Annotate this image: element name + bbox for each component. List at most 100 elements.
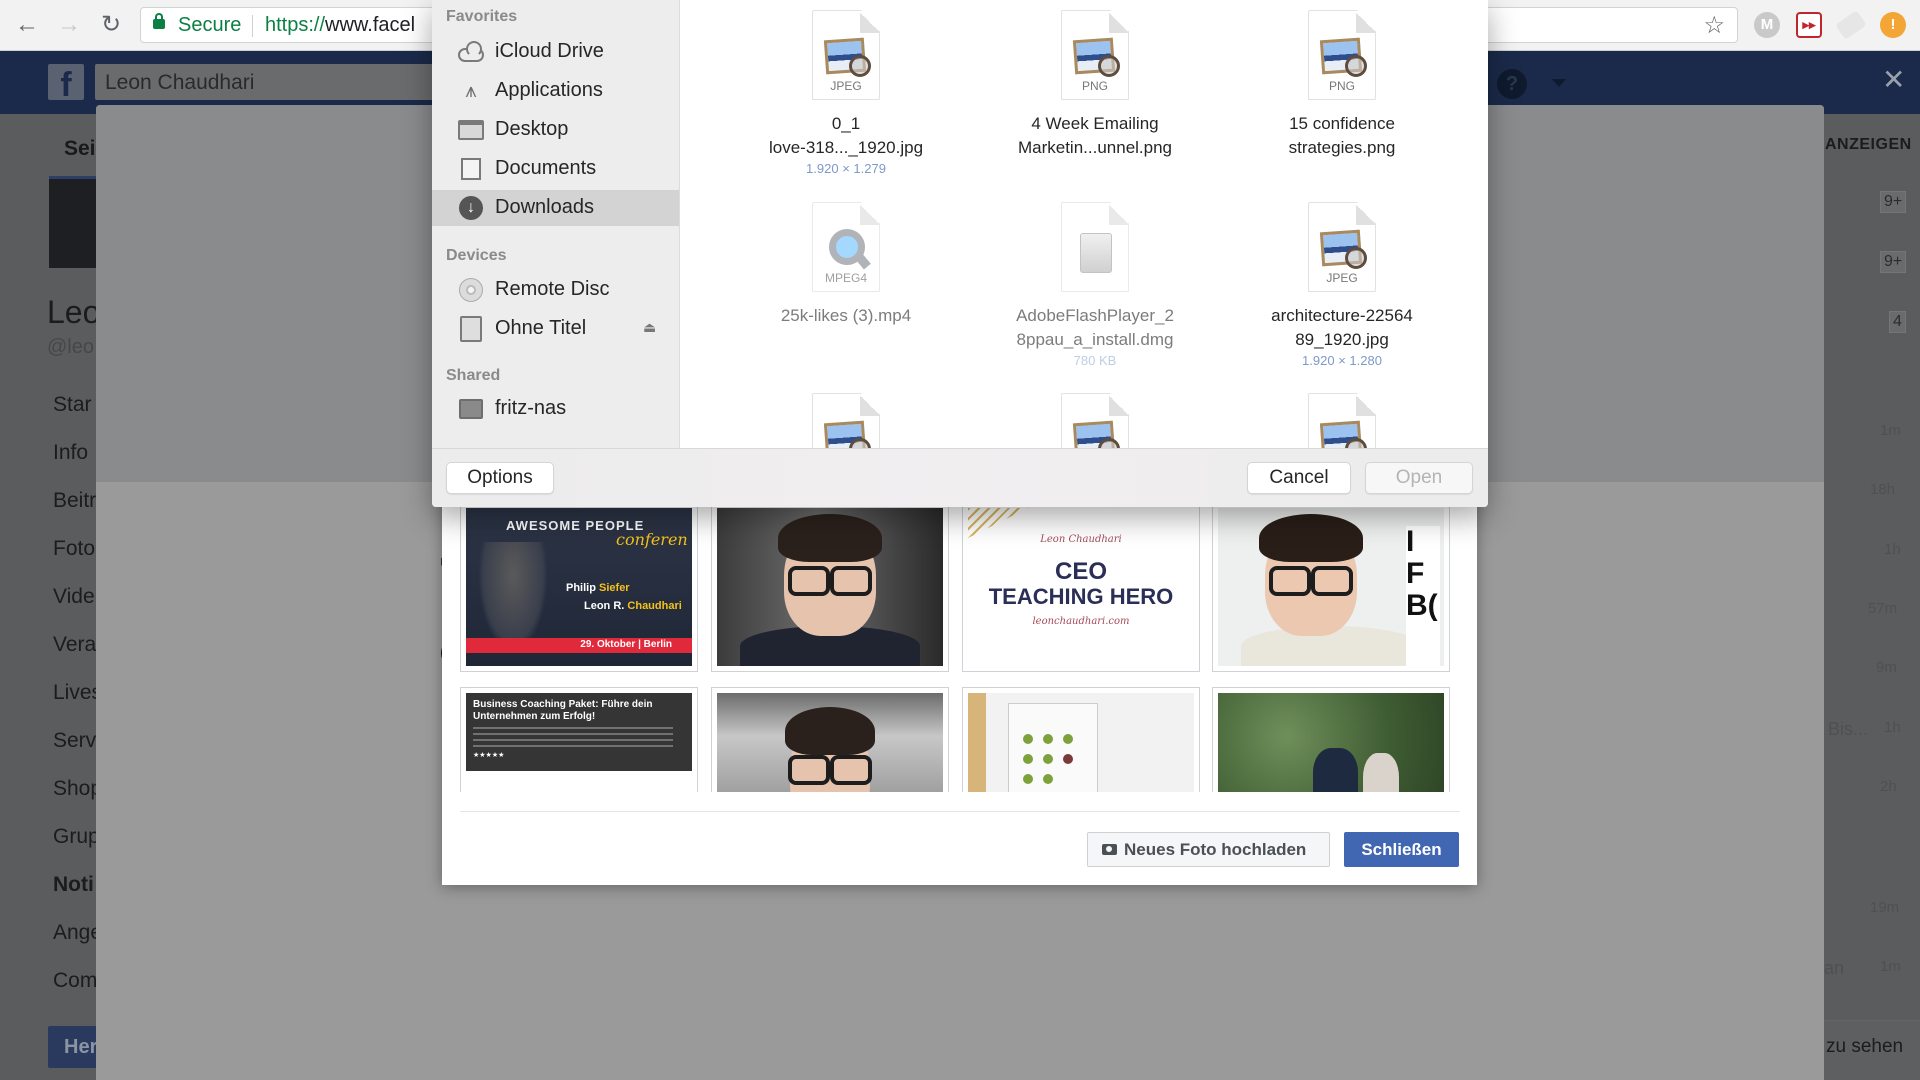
page-nav-item: Beitr	[53, 489, 97, 512]
disk-image-file-icon	[1061, 202, 1129, 292]
cancel-button[interactable]: Cancel	[1247, 462, 1351, 494]
sidebar-item-applications[interactable]: ⩚ Applications	[432, 73, 679, 109]
network-computer-icon	[458, 397, 484, 421]
flipchart-photo	[968, 693, 1194, 792]
sidebar-heading-favorites: Favorites	[446, 8, 518, 25]
photo-tile[interactable]: Leon Chaudhari CEO TEACHING HERO leoncha…	[962, 502, 1200, 672]
tag-extension-icon[interactable]	[1835, 10, 1867, 40]
photo-tile[interactable]: Business Coaching Paket: Führe dein Unte…	[460, 687, 698, 792]
banner-script: conferen	[616, 530, 688, 549]
upload-label: Neues Foto hochladen	[1124, 840, 1307, 859]
timestamp: 18h	[1870, 481, 1896, 498]
photo-tile[interactable]	[1212, 687, 1450, 792]
file-item[interactable]: JPEG 0_1 love-318..._1920.jpg 1.920 × 1.2…	[726, 10, 966, 178]
url-text[interactable]: https://www.facel	[265, 14, 415, 37]
timestamp: 2h	[1880, 778, 1897, 795]
sidebar-item-desktop[interactable]: Desktop	[432, 112, 679, 148]
file-browser-grid: JPEG 0_1 love-318..._1920.jpg 1.920 × 1.2…	[680, 0, 1488, 448]
side-text: I F B(	[1406, 526, 1440, 666]
image-file-icon	[1061, 393, 1129, 448]
office-portrait-photo	[717, 693, 943, 792]
fast-forward-extension-icon[interactable]: ▸▸	[1796, 12, 1822, 38]
file-name: architecture-22564 89_1920.jpg	[1271, 306, 1413, 349]
bookmark-star-icon[interactable]: ☆	[1703, 11, 1725, 40]
secure-label: Secure	[178, 14, 242, 36]
conference-banner-photo: AWESOME PEOPLE conferen Philip Siefer Le…	[466, 508, 692, 666]
file-open-dialog: Favorites iCloud Drive ⩚ Applications De…	[432, 0, 1488, 507]
overlay-close-icon[interactable]: ✕	[1882, 63, 1905, 96]
page-nav-item: Lives	[53, 681, 103, 704]
date-bar: 29. Oktober | Berlin	[466, 638, 692, 653]
see-all-footer: zu sehen	[1824, 1020, 1920, 1080]
disc-icon	[458, 278, 484, 302]
close-button[interactable]: Schließen	[1344, 832, 1459, 867]
photo-tile[interactable]: AWESOME PEOPLE conferen Philip Siefer Le…	[460, 502, 698, 672]
timestamp: 1m	[1880, 958, 1901, 975]
page-nav-item: Foto	[53, 537, 96, 560]
jpeg-file-icon: JPEG	[1308, 202, 1376, 292]
portrait-photo: I F B(	[1218, 508, 1444, 666]
profile-name: Leo	[47, 294, 101, 330]
eject-icon[interactable]: ⏏	[643, 319, 656, 336]
cloud-icon	[458, 40, 484, 64]
timestamp: 1m	[1880, 422, 1901, 439]
profile-handle: @leo	[47, 336, 94, 358]
count-badge: 4	[1889, 311, 1906, 333]
modal-divider	[460, 811, 1460, 812]
account-menu-caret-icon[interactable]	[1552, 79, 1566, 87]
photo-grid: AWESOME PEOPLE conferen Philip Siefer Le…	[460, 502, 1460, 792]
photo-tile[interactable]: I F B(	[1212, 502, 1450, 672]
card-byline: Leon Chaudhari	[1040, 534, 1122, 545]
facebook-logo-icon[interactable]: f	[48, 64, 84, 104]
file-item[interactable]	[726, 393, 966, 448]
file-item-disabled: AdobeFlashPlayer_2 8ppau_a_install.dmg 78…	[975, 202, 1215, 370]
applications-icon: ⩚	[465, 79, 477, 102]
timestamp: 19m	[1870, 899, 1900, 916]
timestamp: 1h	[1884, 719, 1901, 736]
page-nav-item: Ange	[53, 921, 103, 944]
open-button[interactable]: Open	[1365, 462, 1473, 494]
file-item[interactable]: PNG 4 Week Emailing Marketin...unnel.png	[975, 10, 1215, 160]
forward-arrow-icon[interactable]: →	[54, 10, 84, 40]
file-item[interactable]: PNG 15 confidence strategies.png	[1222, 10, 1462, 160]
page-nav-item: Vera	[53, 633, 97, 656]
sidebar-item-documents[interactable]: Documents	[432, 151, 679, 187]
page-nav-item: Star	[53, 393, 92, 416]
photo-tile[interactable]	[962, 687, 1200, 792]
quicktime-file-icon: MPEG4	[812, 202, 880, 292]
photo-person	[478, 542, 548, 652]
course-title: Business Coaching Paket: Führe dein Unte…	[473, 699, 653, 722]
see-all-link: zu sehen	[1826, 1036, 1904, 1057]
notification-fragment: Bis...	[1828, 719, 1869, 739]
upload-new-photo-button[interactable]: Neues Foto hochladen	[1087, 832, 1330, 867]
sidebar-item-downloads[interactable]: ↓ Downloads	[432, 190, 679, 226]
downloads-icon: ↓	[458, 196, 484, 220]
photo-tile[interactable]	[711, 687, 949, 792]
sidebar-item-remote-disc[interactable]: Remote Disc	[432, 272, 679, 308]
file-item[interactable]	[975, 393, 1215, 448]
back-arrow-icon[interactable]: ←	[12, 10, 42, 40]
file-name: 25k-likes (3).mp4	[780, 306, 912, 325]
options-button[interactable]: Options	[446, 462, 554, 494]
page-tab-fragment: Sei	[64, 137, 96, 160]
count-badge: 9+	[1880, 191, 1907, 213]
choose-photo-modal: AWESOME PEOPLE conferen Philip Siefer Le…	[442, 490, 1477, 885]
url-divider	[252, 15, 253, 37]
alert-extension-icon[interactable]: !	[1880, 12, 1906, 38]
park-photo	[1218, 693, 1444, 792]
notification-fragment: an	[1824, 958, 1845, 978]
help-icon[interactable]: ?	[1497, 69, 1527, 99]
speaker-1: Philip Siefer	[566, 582, 630, 594]
course-rating: ★★★★★	[473, 752, 505, 759]
page-nav-item: Grup	[53, 825, 100, 848]
sidebar-item-icloud-drive[interactable]: iCloud Drive	[432, 34, 679, 70]
file-item[interactable]: JPEG architecture-22564 89_1920.jpg 1.920…	[1222, 202, 1462, 370]
reload-icon[interactable]: ↻	[96, 10, 126, 40]
photo-tile[interactable]	[711, 502, 949, 672]
file-item[interactable]	[1222, 393, 1462, 448]
page-nav-item: Shop	[53, 777, 103, 800]
png-file-icon: PNG	[1061, 10, 1129, 100]
sidebar-item-fritz-nas[interactable]: fritz-nas	[432, 391, 679, 427]
mega-extension-icon[interactable]: M	[1754, 12, 1780, 38]
sidebar-item-ohne-titel[interactable]: Ohne Titel ⏏	[432, 311, 679, 347]
